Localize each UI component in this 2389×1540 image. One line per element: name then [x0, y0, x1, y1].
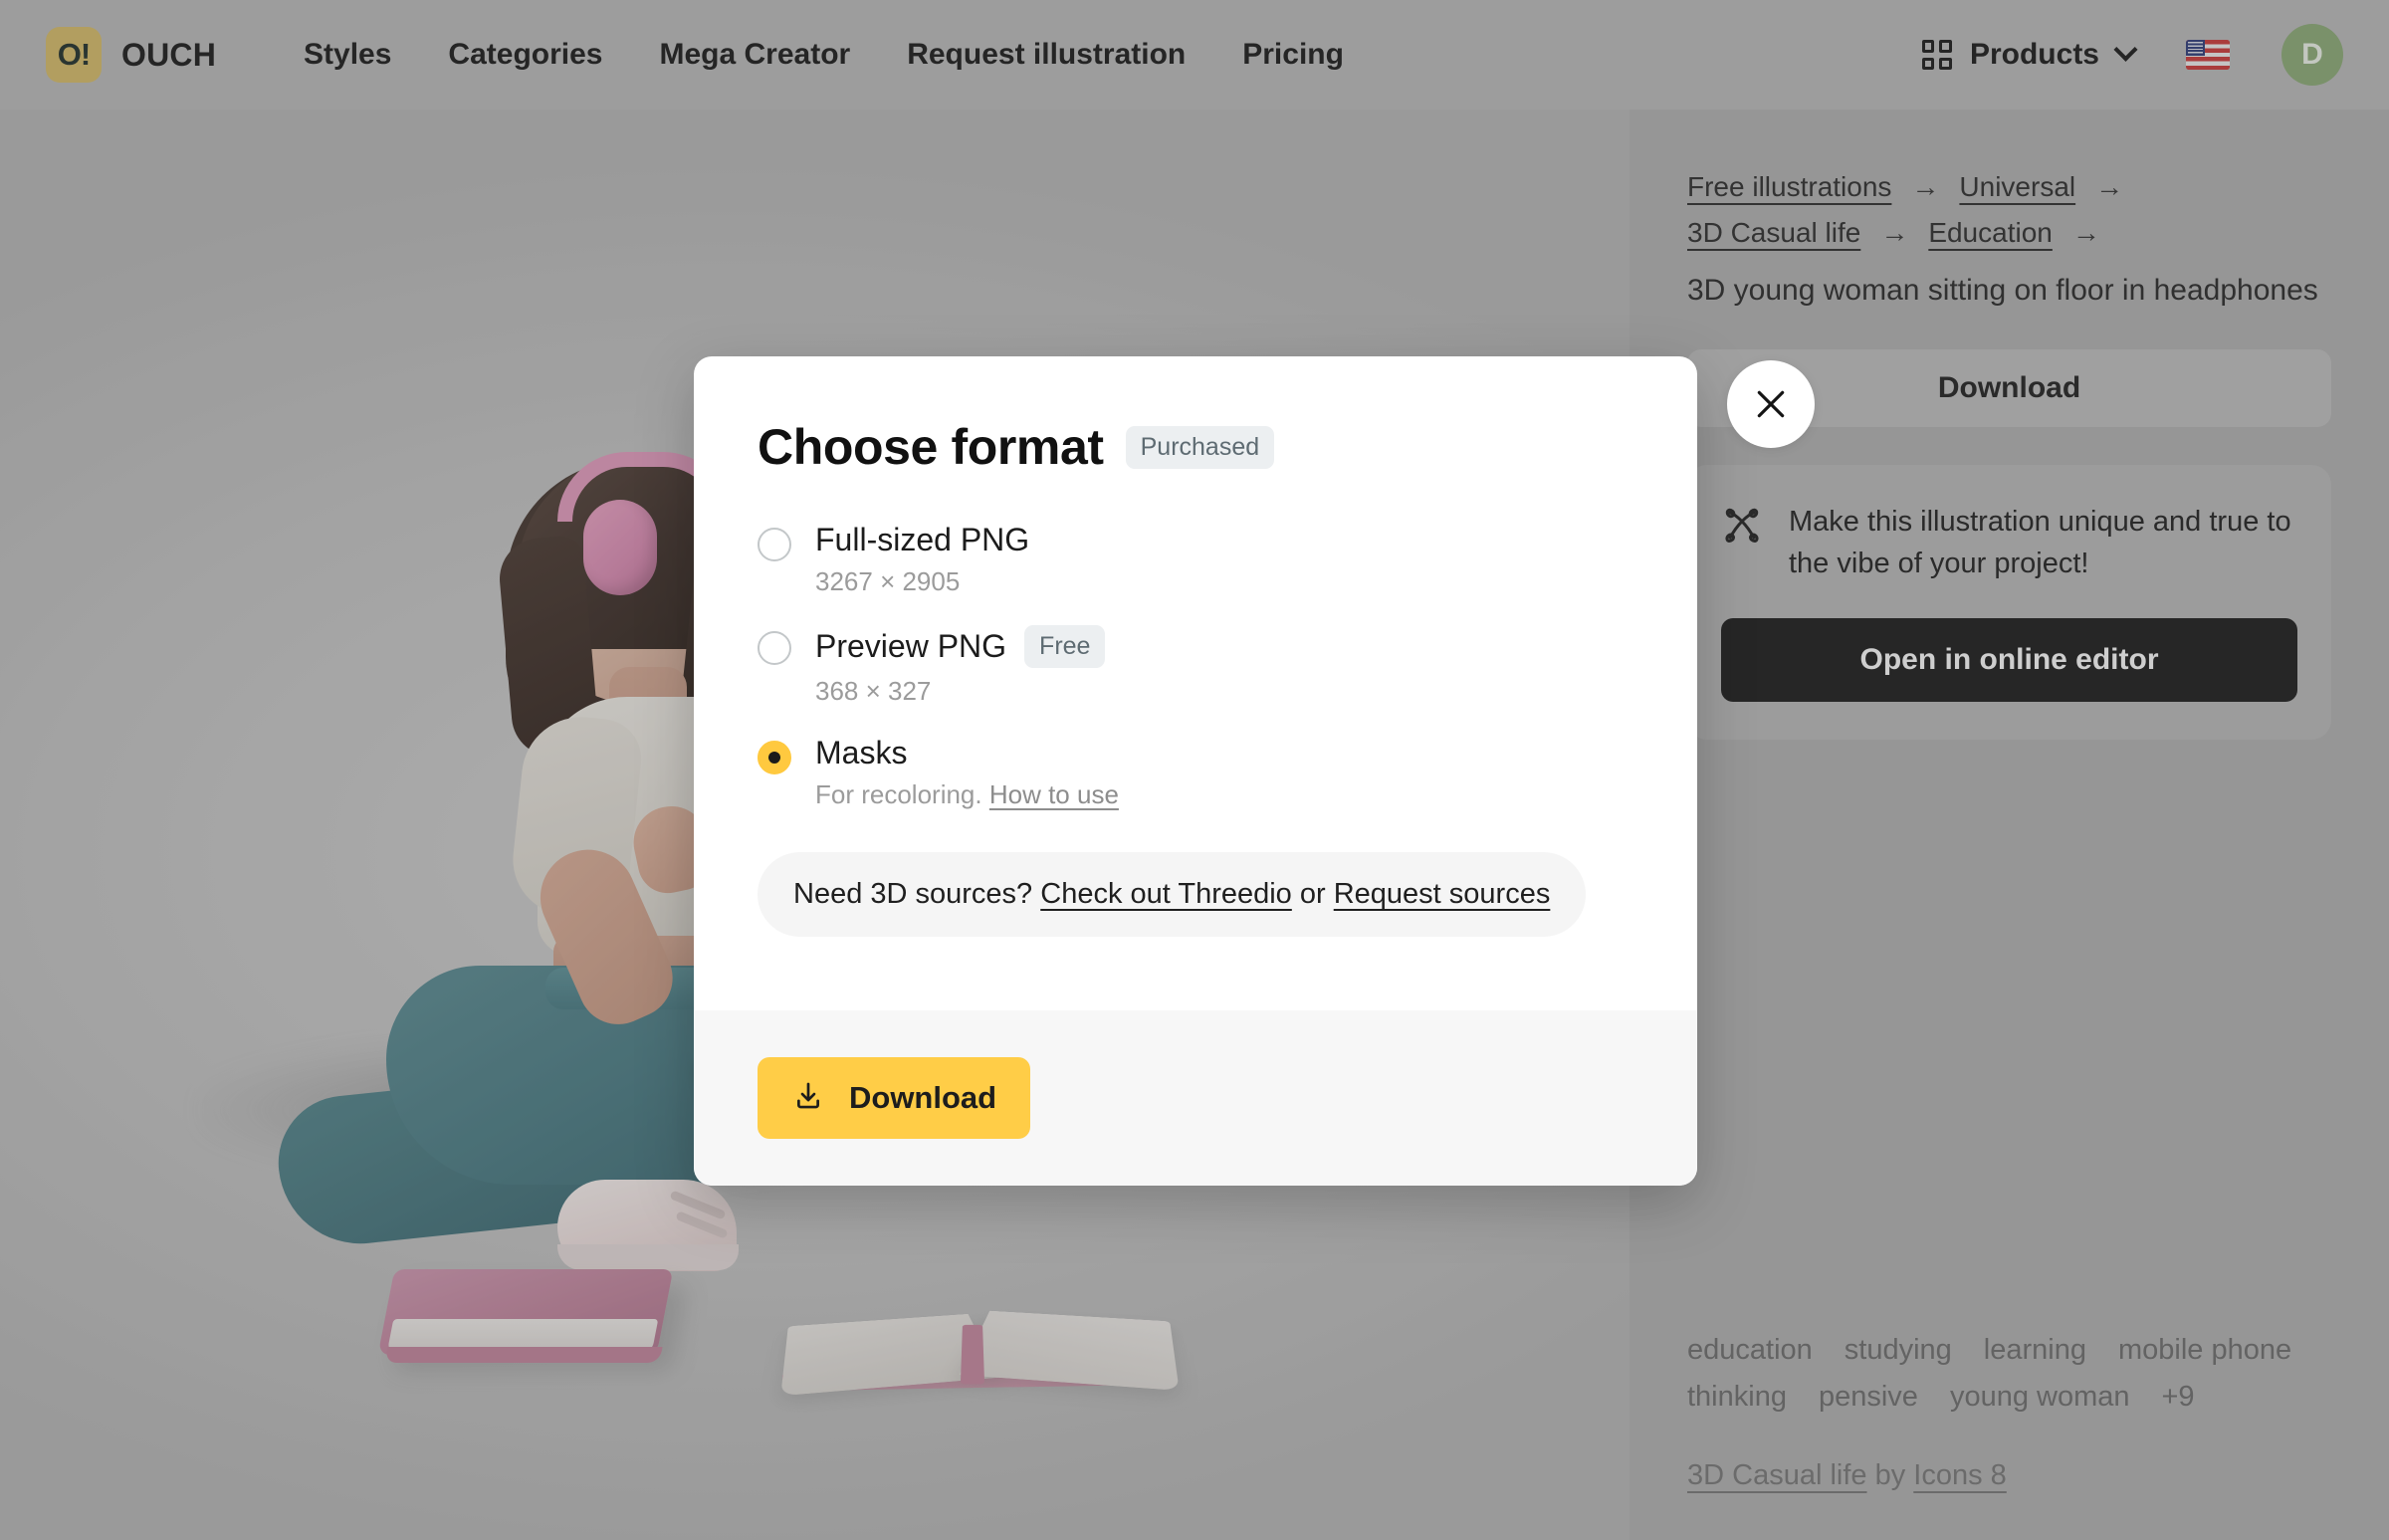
option-preview-png-row: Preview PNG Free	[815, 625, 1106, 668]
option-full-sized-png-row: Full-sized PNG	[815, 522, 1029, 558]
radio-preview-png[interactable]	[758, 631, 791, 665]
option-full-sized-png-content: Full-sized PNG 3267 × 2905	[815, 522, 1029, 597]
download-icon	[791, 1079, 825, 1118]
3d-sources-banner: Need 3D sources? Check out Threedio or R…	[758, 852, 1587, 937]
option-masks-label: Masks	[815, 735, 908, 770]
radio-full-sized-png[interactable]	[758, 528, 791, 561]
request-sources-link[interactable]: Request sources	[1334, 878, 1551, 910]
radio-masks[interactable]	[758, 741, 791, 774]
option-masks-description-text: For recoloring.	[815, 779, 989, 809]
option-masks-description: For recoloring. How to use	[815, 779, 1119, 810]
purchased-badge: Purchased	[1125, 425, 1275, 469]
how-to-use-link[interactable]: How to use	[989, 779, 1119, 809]
option-masks-content: Masks For recoloring. How to use	[815, 735, 1119, 810]
modal-download-button[interactable]: Download	[758, 1057, 1031, 1139]
option-masks[interactable]: Masks For recoloring. How to use	[758, 735, 1633, 810]
option-full-sized-png-dimensions: 3267 × 2905	[815, 566, 961, 596]
modal-header: Choose format Purchased	[758, 418, 1633, 476]
modal-body: Choose format Purchased Full-sized PNG 3…	[694, 356, 1697, 937]
modal-footer: Download	[694, 1010, 1697, 1186]
option-full-sized-png[interactable]: Full-sized PNG 3267 × 2905	[758, 522, 1633, 597]
close-icon[interactable]	[1727, 360, 1815, 448]
option-full-sized-png-label: Full-sized PNG	[815, 522, 1030, 557]
option-preview-png-dimensions: 368 × 327	[815, 676, 932, 706]
format-options: Full-sized PNG 3267 × 2905 Preview PNG F…	[758, 522, 1633, 810]
option-masks-row: Masks	[815, 735, 1119, 771]
modal-download-label: Download	[849, 1080, 997, 1115]
option-preview-png-content: Preview PNG Free 368 × 327	[815, 625, 1106, 707]
free-badge: Free	[1024, 625, 1106, 668]
page-root: Free illustrations → Universal → 3D Casu…	[0, 0, 2389, 1540]
modal-title: Choose format	[758, 419, 1104, 475]
3d-sources-text: Need 3D sources? Check out Threedio or R…	[793, 878, 1550, 910]
option-preview-png[interactable]: Preview PNG Free 368 × 327	[758, 625, 1633, 707]
check-out-threedio-link[interactable]: Check out Threedio	[1040, 878, 1292, 910]
3d-sources-middle: or	[1291, 878, 1334, 910]
choose-format-modal: Choose format Purchased Full-sized PNG 3…	[694, 356, 1697, 1186]
3d-sources-prefix: Need 3D sources?	[793, 878, 1041, 910]
option-preview-png-label: Preview PNG	[815, 628, 1007, 664]
